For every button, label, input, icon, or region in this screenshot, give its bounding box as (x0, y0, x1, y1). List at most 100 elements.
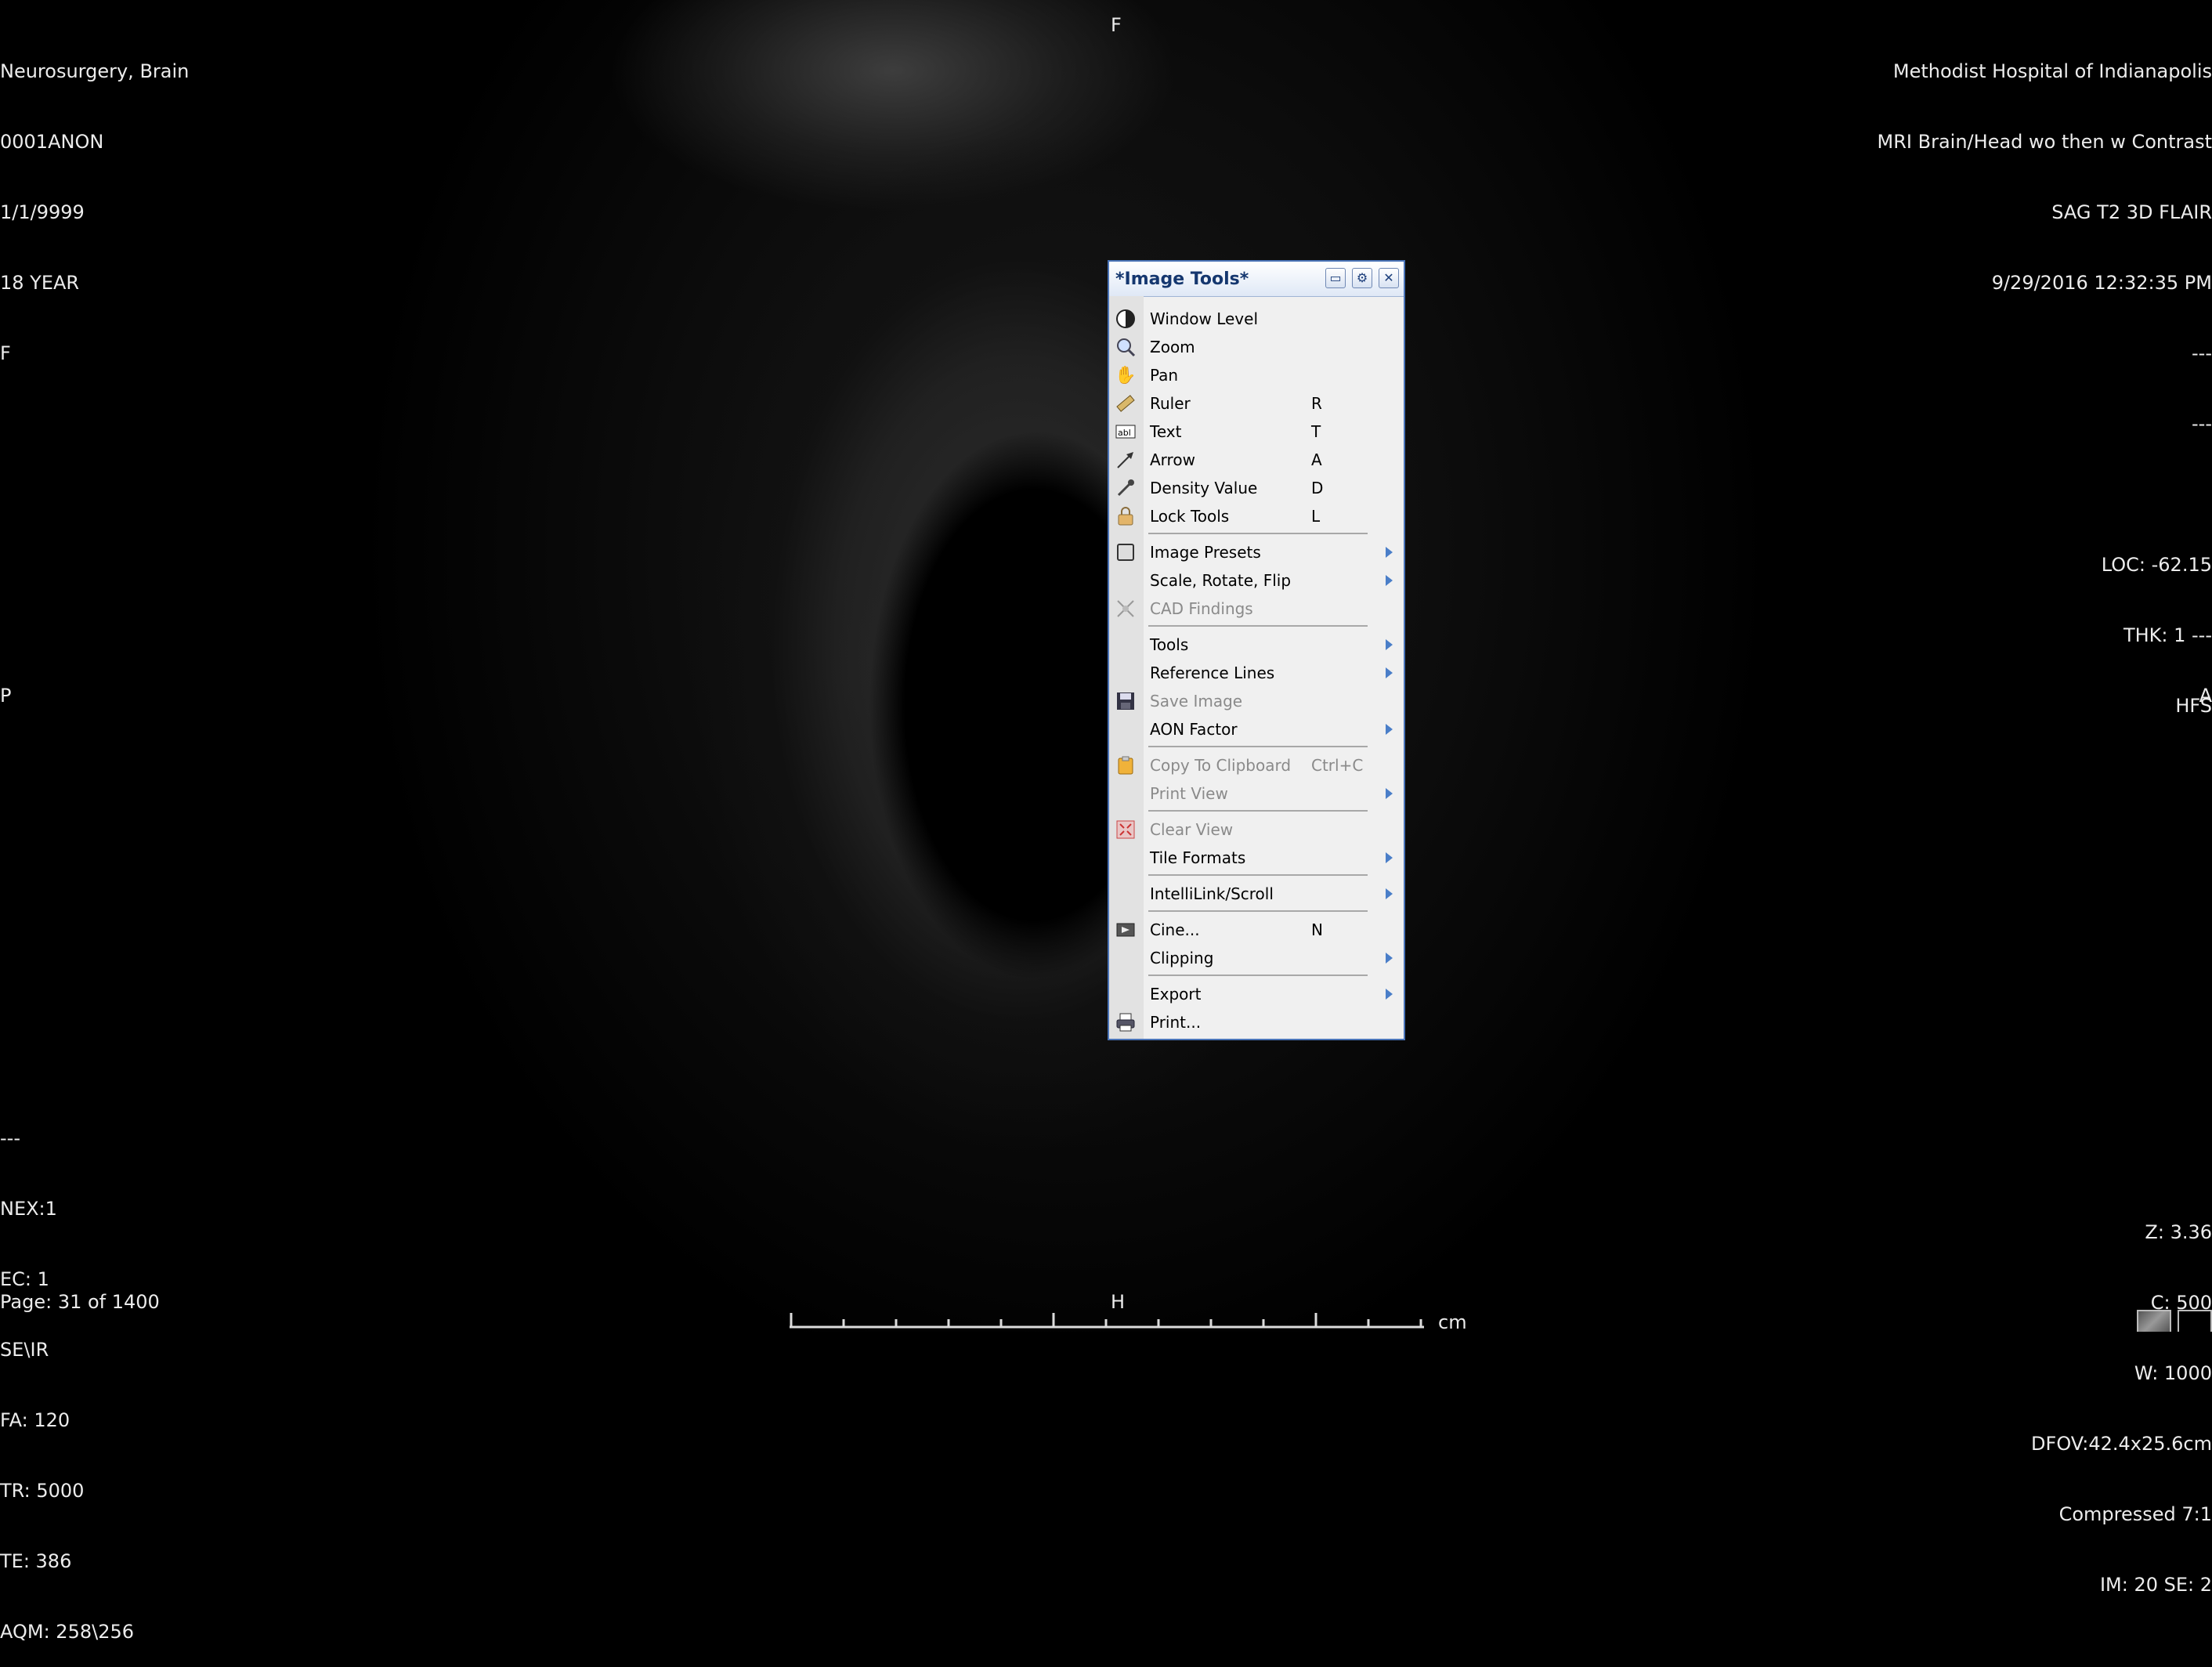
menu-item-copy-to-clipboard[interactable]: Copy To Clipboard Ctrl+C (1109, 750, 1404, 779)
clipboard-icon (1114, 754, 1137, 777)
menu-item-label: Print... (1150, 1013, 1202, 1032)
submenu-arrow-icon (1386, 788, 1393, 799)
menu-item-lock-tools[interactable]: Lock Tools L (1109, 501, 1404, 530)
submenu-arrow-icon (1386, 667, 1393, 678)
text-icon: abl (1114, 420, 1137, 443)
arrow-icon (1114, 448, 1137, 472)
menu-separator (1148, 810, 1368, 812)
menu-item-label: Reference Lines (1150, 664, 1275, 682)
menu-separator (1148, 533, 1368, 534)
orientation-right-label: A (2199, 685, 2212, 707)
menu-item-cad-findings[interactable]: CAD Findings (1109, 594, 1404, 622)
menu-title: *Image Tools* (1115, 269, 1249, 289)
pin-icon[interactable]: ⚙ (1352, 268, 1372, 288)
menu-item-label: Window Level (1150, 309, 1259, 328)
submenu-arrow-icon (1386, 852, 1393, 863)
submenu-arrow-icon (1386, 989, 1393, 1000)
menu-item-clipping[interactable]: Clipping (1109, 943, 1404, 971)
menu-item-arrow[interactable]: Arrow A (1109, 445, 1404, 473)
overlay-line: NEX:1 (0, 1198, 57, 1220)
menu-item-shortcut: L (1311, 507, 1321, 526)
overlay-line: Compressed 7:1 (2058, 1503, 2212, 1525)
menu-item-text[interactable]: abl Text T (1109, 417, 1404, 445)
menu-item-print-view[interactable]: Print View (1109, 779, 1404, 807)
menu-item-intellilink-scroll[interactable]: IntelliLink/Scroll (1109, 879, 1404, 907)
lock-icon (1114, 504, 1137, 528)
submenu-arrow-icon (1386, 953, 1393, 964)
orientation-bottom-label: H (1111, 1291, 1126, 1313)
magnifier-icon (1114, 335, 1137, 359)
menu-item-label: IntelliLink/Scroll (1150, 884, 1274, 903)
corner-layout-button[interactable] (2178, 1310, 2212, 1332)
menu-item-cine[interactable]: Cine... N (1109, 915, 1404, 943)
overlay-line (1878, 483, 2212, 506)
overlay-line: TR: 5000 (0, 1480, 85, 1502)
menu-item-label: Zoom (1150, 338, 1195, 356)
menu-item-label: Cine... (1150, 920, 1200, 939)
contrast-icon (1114, 307, 1137, 331)
clear-view-icon (1114, 818, 1137, 841)
menu-item-scale-rotate-flip[interactable]: Scale, Rotate, Flip (1109, 566, 1404, 594)
menu-separator (1148, 975, 1368, 976)
overlay-line: Methodist Hospital of Indianapolis (1892, 60, 2212, 82)
menu-item-shortcut: D (1311, 479, 1324, 497)
overlay-line: EC: 1 (0, 1268, 49, 1290)
preset-icon (1114, 541, 1137, 564)
menu-item-shortcut: N (1311, 920, 1323, 939)
menu-item-label: Scale, Rotate, Flip (1150, 571, 1292, 590)
close-icon[interactable]: ✕ (1379, 268, 1399, 288)
overlay-line: HFS (2175, 695, 2212, 717)
corner-tool-button[interactable] (2137, 1310, 2171, 1332)
overlay-line: --- (0, 1127, 20, 1149)
menu-separator (1148, 625, 1368, 627)
menu-item-ruler[interactable]: Ruler R (1109, 389, 1404, 417)
submenu-arrow-icon (1386, 888, 1393, 899)
menu-item-label: Copy To Clipboard (1150, 756, 1292, 775)
submenu-arrow-icon (1386, 547, 1393, 558)
menu-item-zoom[interactable]: Zoom (1109, 332, 1404, 360)
menu-item-label: Tile Formats (1150, 848, 1246, 867)
overlay-line: LOC: -62.15 (2101, 554, 2212, 576)
overlay-line: --- (2192, 413, 2212, 435)
printer-icon (1114, 1011, 1137, 1034)
menu-item-aon-factor[interactable]: AON Factor (1109, 714, 1404, 743)
overlay-line: DFOV:42.4x25.6cm (2031, 1433, 2212, 1455)
menu-item-clear-view[interactable]: Clear View (1109, 815, 1404, 843)
menu-item-label: Export (1150, 985, 1202, 1003)
floppy-icon (1114, 689, 1137, 713)
patient-info-overlay: Neurosurgery, Brain 0001ANON 1/1/9999 18… (0, 13, 189, 389)
submenu-arrow-icon (1386, 724, 1393, 735)
acquisition-info-overlay: --- NEX:1 EC: 1 SE\IR FA: 120 TR: 5000 T… (0, 1079, 134, 1667)
menu-item-tools[interactable]: Tools (1109, 630, 1404, 658)
menu-separator (1148, 746, 1368, 747)
menu-item-label: Pan (1150, 366, 1179, 385)
menu-item-label: Ruler (1150, 394, 1191, 413)
menu-item-reference-lines[interactable]: Reference Lines (1109, 658, 1404, 686)
submenu-arrow-icon (1386, 639, 1393, 650)
dropper-icon (1114, 476, 1137, 500)
menu-item-label: Density Value (1150, 479, 1258, 497)
menu-item-density-value[interactable]: Density Value D (1109, 473, 1404, 501)
overlay-line: Z: 3.36 (2145, 1221, 2212, 1243)
menu-item-tile-formats[interactable]: Tile Formats (1109, 843, 1404, 871)
menu-item-label: CAD Findings (1150, 599, 1253, 618)
menu-item-label: AON Factor (1150, 720, 1238, 739)
overlay-line: AQM: 258\256 (0, 1621, 135, 1643)
menu-item-print[interactable]: Print... (1109, 1007, 1404, 1036)
menu-item-label: Print View (1150, 784, 1228, 803)
menu-title-bar[interactable]: *Image Tools* ▭ ⚙ ✕ (1109, 262, 1404, 297)
overlay-line: Neurosurgery, Brain (0, 60, 190, 82)
menu-item-save-image[interactable]: Save Image (1109, 686, 1404, 714)
overlay-line: MRI Brain/Head wo then w Contrast (1877, 131, 2212, 153)
overlay-line: 0001ANON (0, 131, 104, 153)
restore-icon[interactable]: ▭ (1325, 268, 1346, 288)
svg-text:abl: abl (1118, 428, 1131, 438)
menu-item-export[interactable]: Export (1109, 979, 1404, 1007)
menu-item-label: Lock Tools (1150, 507, 1230, 526)
overlay-line: SE\IR (0, 1339, 49, 1361)
menu-item-image-presets[interactable]: Image Presets (1109, 537, 1404, 566)
overlay-line: FA: 120 (0, 1409, 70, 1431)
menu-item-window-level[interactable]: Window Level (1109, 304, 1404, 332)
scale-ruler (790, 1313, 1424, 1329)
menu-item-pan[interactable]: ✋ Pan (1109, 360, 1404, 389)
